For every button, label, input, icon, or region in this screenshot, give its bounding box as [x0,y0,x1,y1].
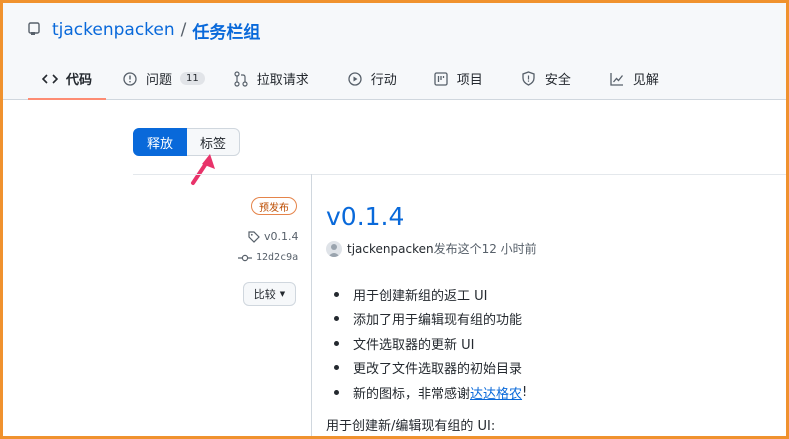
compare-button[interactable]: 比较 ▼ [243,282,296,306]
list-item: 新的图标，非常感谢 达达格农! [334,380,527,405]
repo-owner-link[interactable]: tjackenpacken [52,20,175,40]
tab-insights[interactable]: 见解 [609,60,659,97]
section-divider [133,174,789,175]
repo-header: tjackenpacken / 任务栏组 代码 问题 11 拉取请求 行动 项目… [0,0,789,100]
avatar[interactable] [326,240,342,257]
project-icon [433,71,449,87]
author-link[interactable]: tjackenpacken [347,242,434,256]
note-text: 更改了文件选取器的初始目录 [353,362,523,378]
contributor-link[interactable]: 达达格农 [470,383,522,402]
shield-icon [521,71,537,87]
list-item: 用于创建新组的返工 UI [334,282,527,307]
tab-projects[interactable]: 项目 [433,60,483,97]
commit-icon [238,254,252,262]
release-tag-label: v0.1.4 [264,230,299,243]
repo-title: tjackenpacken / 任务栏组 [28,18,260,43]
tab-code[interactable]: 代码 [27,60,107,100]
tab-label: 代码 [66,73,93,88]
tab-pull-requests[interactable]: 拉取请求 [233,60,309,97]
bullet [334,316,339,322]
bullet [334,389,339,395]
release-commit[interactable]: 12d2c9a [238,252,298,263]
release-tag[interactable]: v0.1.4 [248,230,299,243]
list-item: 添加了用于编辑现有组的功能 [334,307,527,332]
release-author-line: tjackenpacken 发布这个12 小时前 [326,240,537,257]
note-text: 新的图标，非常感谢 [353,386,471,402]
list-item: 更改了文件选取器的初始目录 [334,356,527,381]
note-text: 添加了用于编辑现有组的功能 [353,313,523,329]
note-suffix: ! [522,384,528,400]
tab-label: 见解 [632,73,659,88]
release-notes-footer: 用于创建新/编辑现有组的 UI: [326,419,496,434]
graph-icon [609,71,625,87]
bullet [334,365,339,371]
repo-icon [28,22,42,38]
tag-icon [248,230,260,243]
note-text: 用于创建新组的返工 UI [353,288,488,304]
tab-actions[interactable]: 行动 [347,60,397,97]
list-item: 文件选取器的更新 UI [334,331,527,356]
column-divider [311,174,312,439]
tab-label: 行动 [370,73,397,88]
prerelease-badge: 预发布 [251,197,297,215]
repo-nav-tabs: 代码 问题 11 拉取请求 行动 项目 安全 见解 [27,60,659,100]
compare-label: 比较 [253,288,276,301]
tab-label: 安全 [544,73,571,88]
pull-request-icon [233,70,249,87]
tab-issues[interactable]: 问题 11 [122,60,205,97]
release-title-link[interactable]: v0.1.4 [326,202,404,231]
releases-toggle-button[interactable]: 释放 [133,128,188,156]
bullet [334,291,339,297]
release-notes-list: 用于创建新组的返工 UI 添加了用于编辑现有组的功能 文件选取器的更新 UI 更… [334,282,527,405]
repo-separator: / [180,20,187,40]
code-icon [42,71,58,87]
repo-name-link[interactable]: 任务栏组 [192,18,260,43]
tab-label: 拉取请求 [256,73,309,88]
bullet [334,340,339,346]
play-icon [347,71,363,87]
releases-tags-toggle: 释放 标签 [133,128,241,156]
tab-label: 项目 [456,73,483,88]
tab-security[interactable]: 安全 [521,60,571,97]
tab-label: 问题 [146,73,173,88]
issue-count-badge: 11 [180,72,205,85]
annotation-arrow-icon [191,154,215,185]
note-text: 文件选取器的更新 UI [353,337,475,353]
release-commit-label: 12d2c9a [256,252,299,263]
issue-icon [122,71,138,87]
chevron-down-icon: ▼ [279,290,286,298]
published-time: 发布这个12 小时前 [433,242,537,256]
